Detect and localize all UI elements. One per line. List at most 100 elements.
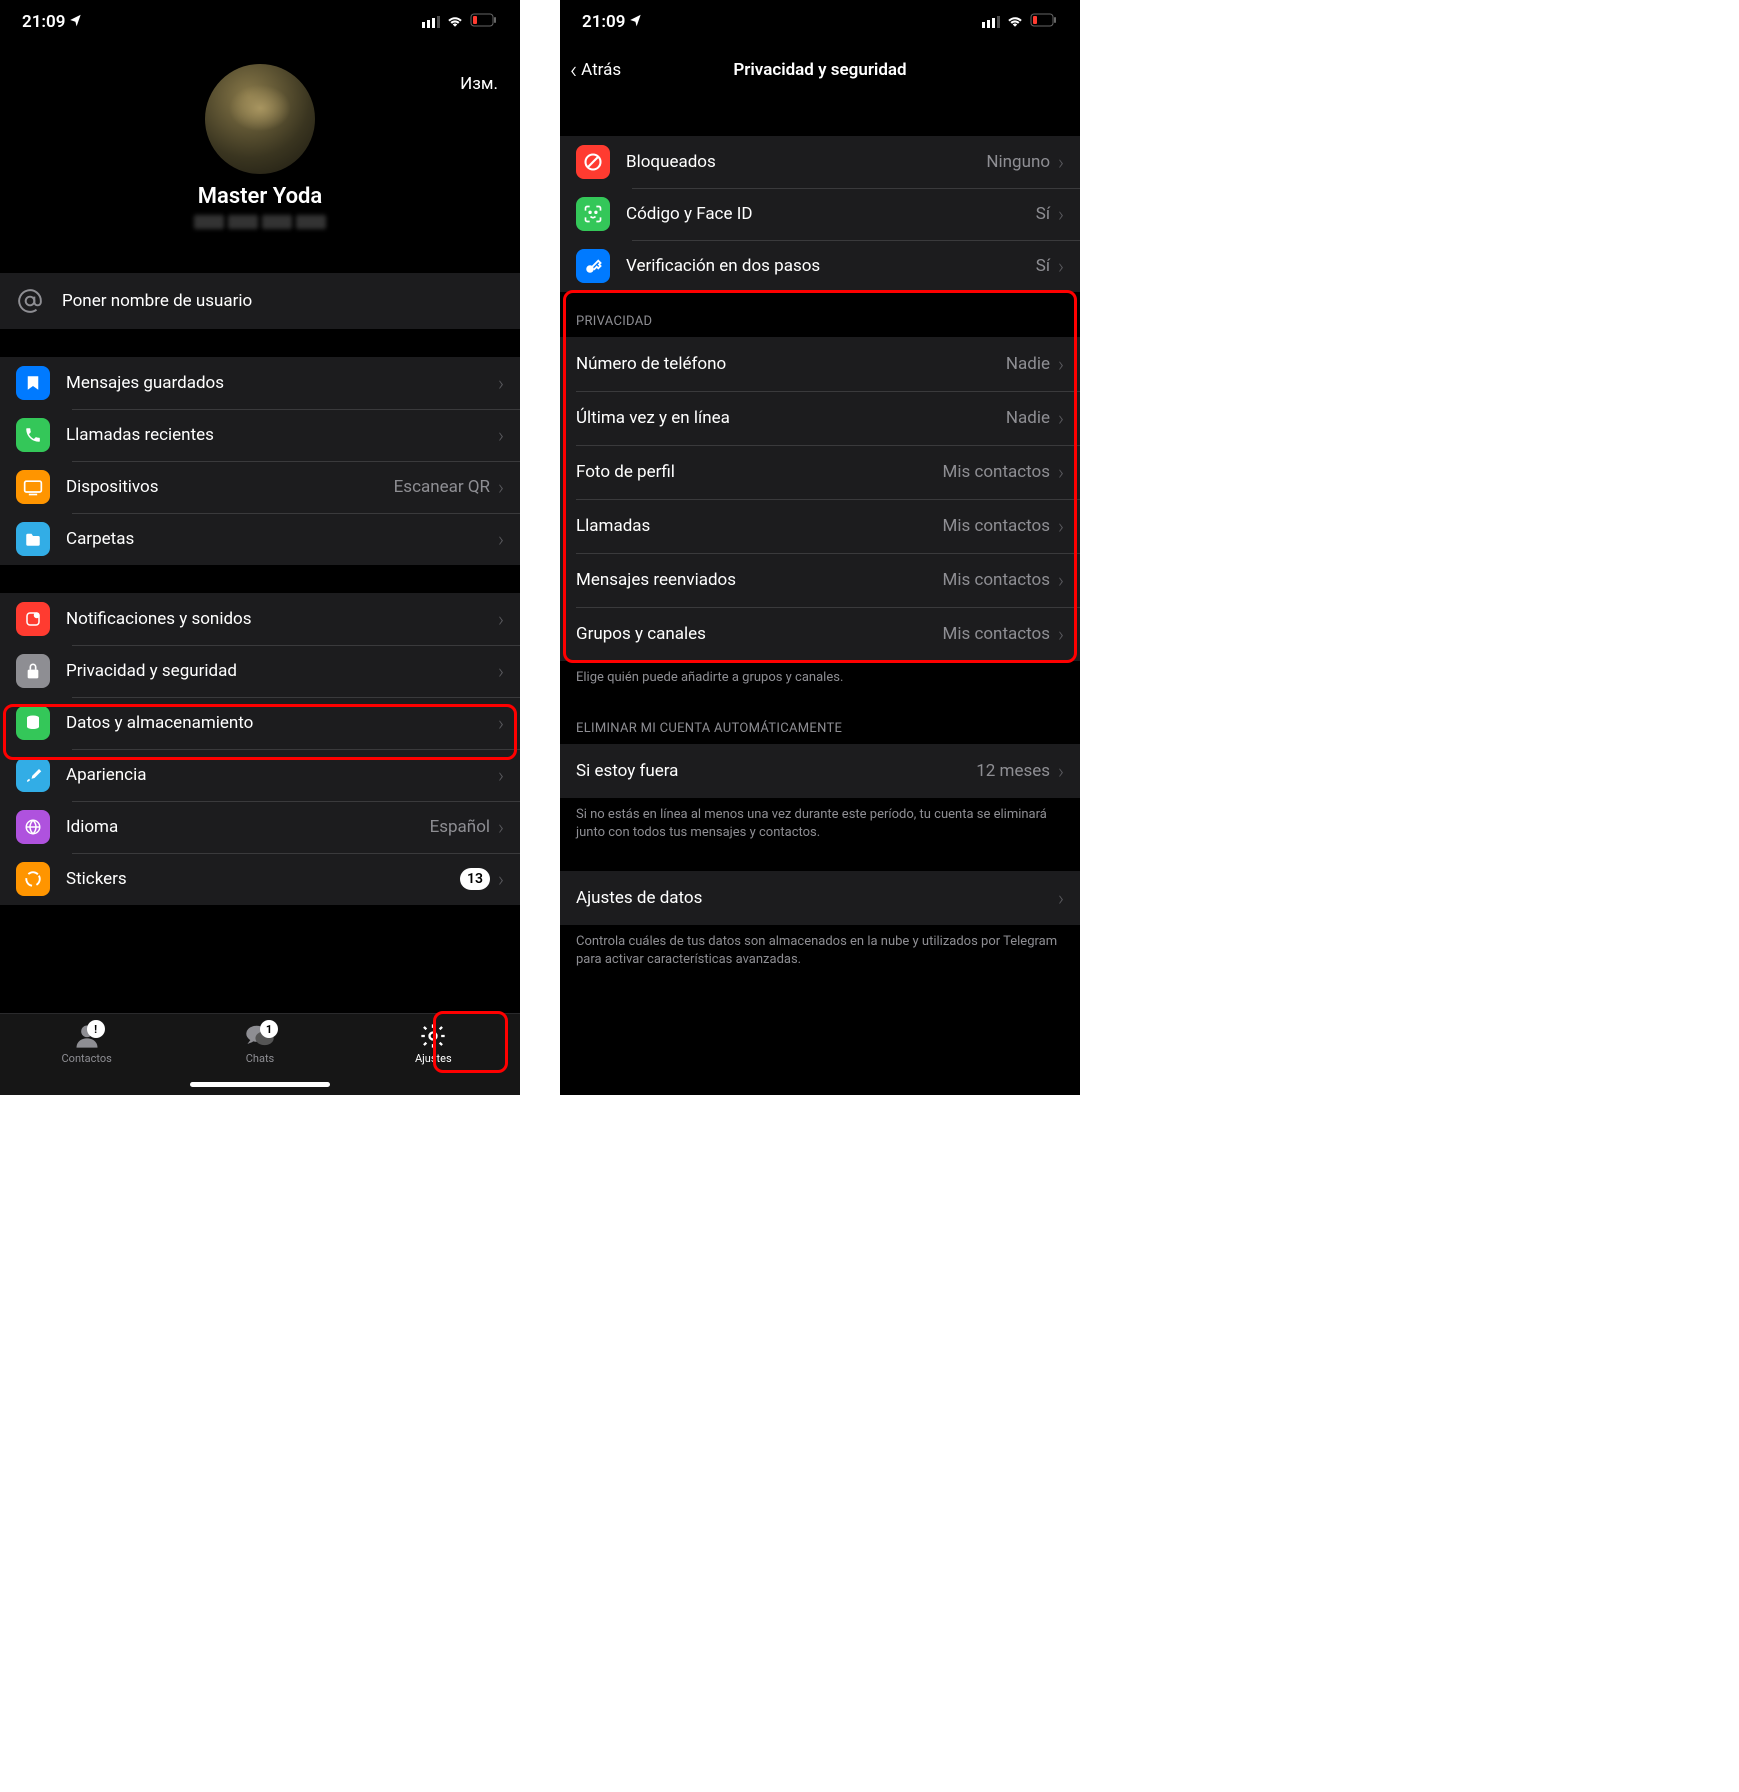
away-label: Si estoy fuera bbox=[576, 761, 976, 781]
brush-icon bbox=[16, 758, 50, 792]
notifications-row[interactable]: Notificaciones y sonidos › bbox=[0, 593, 520, 645]
away-value: 12 meses bbox=[976, 761, 1050, 781]
lastseen-row[interactable]: Última vez y en línea Nadie › bbox=[560, 391, 1080, 445]
privacy-label: Privacidad y seguridad bbox=[66, 661, 498, 681]
contacts-badge: ! bbox=[87, 1020, 105, 1038]
recent-calls-label: Llamadas recientes bbox=[66, 425, 498, 445]
passcode-label: Código y Face ID bbox=[626, 204, 1036, 224]
stickers-icon bbox=[16, 862, 50, 896]
bookmark-icon bbox=[16, 366, 50, 400]
chevron-icon: › bbox=[498, 475, 504, 499]
folders-row[interactable]: Carpetas › bbox=[0, 513, 520, 565]
contacts-icon: ! bbox=[0, 1022, 173, 1050]
chats-badge: 1 bbox=[260, 1020, 278, 1038]
twostep-label: Verificación en dos pasos bbox=[626, 256, 1036, 276]
folders-label: Carpetas bbox=[66, 529, 498, 549]
forwarded-row[interactable]: Mensajes reenviados Mis contactos › bbox=[560, 553, 1080, 607]
database-icon bbox=[16, 706, 50, 740]
faceid-icon bbox=[576, 197, 610, 231]
tab-chats[interactable]: 1 Chats bbox=[173, 1022, 346, 1065]
profile-photo-row[interactable]: Foto de perfil Mis contactos › bbox=[560, 445, 1080, 499]
calls-privacy-row[interactable]: Llamadas Mis contactos › bbox=[560, 499, 1080, 553]
location-icon bbox=[629, 12, 643, 32]
tab-contacts[interactable]: ! Contactos bbox=[0, 1022, 173, 1065]
data-storage-label: Datos y almacenamiento bbox=[66, 713, 498, 733]
tab-contacts-label: Contactos bbox=[0, 1052, 173, 1065]
tab-chats-label: Chats bbox=[173, 1052, 346, 1065]
language-row[interactable]: Idioma Español › bbox=[0, 801, 520, 853]
privacy-screen: 21:09 ‹ Atrás Privacidad y seguridad Blo… bbox=[560, 0, 1080, 1095]
twostep-row[interactable]: Verificación en dos pasos Sí › bbox=[560, 240, 1080, 292]
saved-messages-label: Mensajes guardados bbox=[66, 373, 498, 393]
stickers-label: Stickers bbox=[66, 869, 460, 889]
chevron-icon: › bbox=[498, 867, 504, 891]
calls-privacy-value: Mis contactos bbox=[943, 516, 1051, 536]
privacy-row[interactable]: Privacidad y seguridad › bbox=[0, 645, 520, 697]
home-indicator[interactable] bbox=[190, 1082, 330, 1087]
data-storage-row[interactable]: Datos y almacenamiento › bbox=[0, 697, 520, 749]
appearance-row[interactable]: Apariencia › bbox=[0, 749, 520, 801]
chevron-icon: › bbox=[1058, 254, 1064, 278]
chevron-icon: › bbox=[1058, 352, 1064, 376]
wifi-icon bbox=[446, 12, 464, 32]
chevron-icon: › bbox=[1058, 460, 1064, 484]
groups-label: Grupos y canales bbox=[576, 624, 943, 644]
chevron-icon: › bbox=[498, 763, 504, 787]
settings-screen: 21:09 Изм. Master Yoda Poner nombre de u… bbox=[0, 0, 520, 1095]
chevron-icon: › bbox=[498, 815, 504, 839]
chevron-icon: › bbox=[498, 527, 504, 551]
set-username-row[interactable]: Poner nombre de usuario bbox=[0, 273, 520, 329]
signal-icon bbox=[422, 16, 440, 28]
privacy-section-header: PRIVACIDAD bbox=[560, 292, 1080, 337]
forwarded-label: Mensajes reenviados bbox=[576, 570, 943, 590]
chevron-icon: › bbox=[498, 423, 504, 447]
chevron-icon: › bbox=[1058, 568, 1064, 592]
key-icon bbox=[576, 249, 610, 283]
chevron-icon: › bbox=[1058, 886, 1064, 910]
chevron-left-icon: ‹ bbox=[570, 56, 577, 84]
recent-calls-row[interactable]: Llamadas recientes › bbox=[0, 409, 520, 461]
blocked-value: Ninguno bbox=[986, 152, 1050, 172]
devices-value: Escanear QR bbox=[394, 477, 490, 497]
chevron-icon: › bbox=[1058, 150, 1064, 174]
data-settings-label: Ajustes de datos bbox=[576, 888, 1058, 908]
phone-number-label: Número de teléfono bbox=[576, 354, 1006, 374]
edit-button[interactable]: Изм. bbox=[460, 74, 498, 94]
devices-row[interactable]: Dispositivos Escanear QR › bbox=[0, 461, 520, 513]
saved-messages-row[interactable]: Mensajes guardados › bbox=[0, 357, 520, 409]
passcode-row[interactable]: Código y Face ID Sí › bbox=[560, 188, 1080, 240]
nav-header: ‹ Atrás Privacidad y seguridad bbox=[560, 44, 1080, 96]
battery-icon bbox=[470, 12, 498, 32]
chevron-icon: › bbox=[498, 371, 504, 395]
chats-icon: 1 bbox=[173, 1022, 346, 1050]
globe-icon bbox=[16, 810, 50, 844]
stickers-row[interactable]: Stickers 13 › bbox=[0, 853, 520, 905]
status-bar: 21:09 bbox=[560, 0, 1080, 44]
delete-section-header: ELIMINAR MI CUENTA AUTOMÁTICAMENTE bbox=[560, 691, 1080, 744]
tab-settings[interactable]: Ajustes bbox=[347, 1022, 520, 1065]
chevron-icon: › bbox=[1058, 622, 1064, 646]
groups-row[interactable]: Grupos y canales Mis contactos › bbox=[560, 607, 1080, 661]
groups-value: Mis contactos bbox=[943, 624, 1051, 644]
away-row[interactable]: Si estoy fuera 12 meses › bbox=[560, 744, 1080, 798]
privacy-footer: Elige quién puede añadirte a grupos y ca… bbox=[560, 661, 1080, 691]
blocked-icon bbox=[576, 145, 610, 179]
phone-number-value: Nadie bbox=[1006, 354, 1050, 374]
page-title: Privacidad y seguridad bbox=[733, 60, 906, 80]
data-settings-row[interactable]: Ajustes de datos › bbox=[560, 871, 1080, 925]
back-button[interactable]: ‹ Atrás bbox=[570, 56, 621, 84]
gear-icon bbox=[347, 1022, 520, 1050]
calls-privacy-label: Llamadas bbox=[576, 516, 943, 536]
back-label: Atrás bbox=[581, 60, 621, 80]
appearance-label: Apariencia bbox=[66, 765, 498, 785]
status-bar: 21:09 bbox=[0, 0, 520, 44]
battery-icon bbox=[1030, 12, 1058, 32]
notifications-icon bbox=[16, 602, 50, 636]
twostep-value: Sí bbox=[1036, 256, 1050, 276]
blocked-row[interactable]: Bloqueados Ninguno › bbox=[560, 136, 1080, 188]
avatar[interactable] bbox=[205, 64, 315, 174]
stickers-badge: 13 bbox=[460, 868, 490, 890]
chevron-icon: › bbox=[1058, 514, 1064, 538]
profile-header: Изм. Master Yoda bbox=[0, 44, 520, 253]
phone-number-row[interactable]: Número de teléfono Nadie › bbox=[560, 337, 1080, 391]
